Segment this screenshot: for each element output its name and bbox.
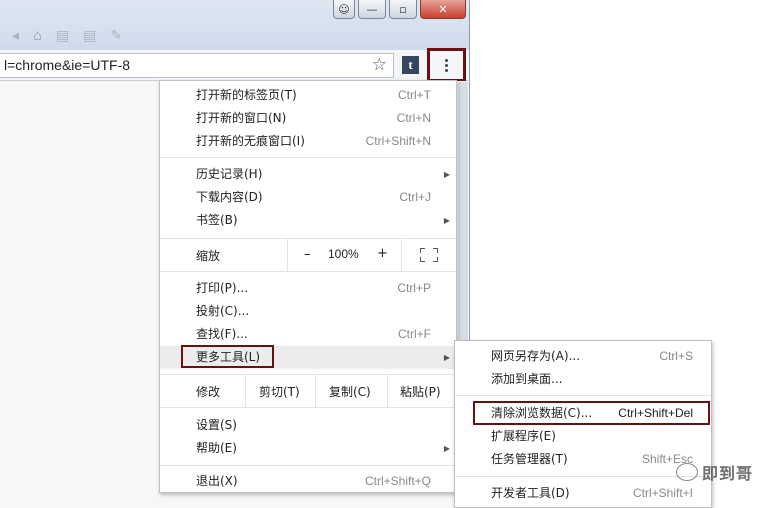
- back-icon: ◂: [12, 28, 20, 44]
- restore-icon: ▫: [399, 2, 407, 16]
- highlight-clear-data: [473, 401, 710, 425]
- menu-shortcut: Ctrl+F: [398, 327, 431, 341]
- menu-label: 下载内容(D): [196, 190, 263, 204]
- star-icon[interactable]: ☆: [372, 55, 387, 75]
- menu-item-new-window[interactable]: 打开新的窗口(N) Ctrl+N: [160, 107, 456, 130]
- menu-zoom-row: 缩放 – 100% +: [160, 239, 456, 271]
- menu-shortcut: Ctrl+J: [399, 190, 431, 204]
- menu-label: 帮助(E): [196, 441, 237, 455]
- restore-button[interactable]: ▫: [389, 0, 417, 19]
- menu-item-incognito[interactable]: 打开新的无痕窗口(I) Ctrl+Shift+N: [160, 130, 456, 153]
- submenu-arrow-icon: ▶: [443, 353, 450, 362]
- fullscreen-icon[interactable]: [420, 248, 438, 262]
- menu-separator: [455, 395, 711, 396]
- menu-separator: [455, 476, 711, 477]
- menu-label: 任务管理器(T): [491, 452, 568, 466]
- menu-shortcut: Ctrl+N: [396, 111, 431, 125]
- menu-label: 添加到桌面...: [491, 372, 563, 386]
- close-icon: ✕: [438, 2, 448, 16]
- menu-label: 书签(B): [196, 213, 238, 227]
- zoom-label: 缩放: [196, 249, 221, 263]
- menu-item-cast[interactable]: 投射(C)...: [160, 300, 456, 323]
- zoom-in-button[interactable]: +: [377, 246, 388, 261]
- copy-button[interactable]: 复制(C): [329, 383, 371, 400]
- user-icon: ☺: [338, 2, 350, 16]
- tool-icon: ▤: [83, 28, 97, 44]
- menu-item-history[interactable]: 历史记录(H) ▶: [160, 163, 456, 186]
- submenu-item-save-page[interactable]: 网页另存为(A)... Ctrl+S: [455, 345, 711, 368]
- submenu-item-extensions[interactable]: 扩展程序(E): [455, 425, 711, 448]
- window-controls: ☺ — ▫ ✕: [333, 0, 466, 20]
- url-text: l=chrome&ie=UTF-8: [4, 57, 131, 73]
- menu-label: 开发者工具(D): [491, 486, 570, 500]
- paste-button[interactable]: 粘贴(P): [400, 383, 441, 400]
- menu-separator: [160, 465, 456, 466]
- menu-shortcut: Ctrl+Shift+N: [365, 134, 431, 148]
- menu-item-bookmarks[interactable]: 书签(B) ▶: [160, 209, 456, 232]
- watermark-text: 即到哥: [702, 464, 754, 483]
- chrome-menu-button[interactable]: [427, 48, 466, 82]
- minimize-button[interactable]: —: [358, 0, 386, 19]
- submenu-arrow-icon: ▶: [443, 444, 450, 453]
- address-row: l=chrome&ie=UTF-8 ☆ t: [0, 50, 470, 81]
- user-button[interactable]: ☺: [333, 0, 355, 19]
- submenu-arrow-icon: ▶: [443, 170, 450, 179]
- menu-label: 历史记录(H): [196, 167, 263, 181]
- menu-label: 网页另存为(A)...: [491, 349, 581, 363]
- menu-item-find[interactable]: 查找(F)... Ctrl+F: [160, 323, 456, 346]
- menu-label: 打印(P)...: [196, 281, 249, 295]
- menu-shortcut: Ctrl+T: [398, 88, 431, 102]
- menu-shortcut: Ctrl+Shift+Q: [364, 474, 431, 488]
- browser-title-bar: ◂ ⌂ ▤ ▤ ✎ ☺ — ▫ ✕: [0, 0, 470, 50]
- home-icon: ⌂: [33, 28, 42, 44]
- menu-item-exit[interactable]: 退出(X) Ctrl+Shift+Q: [160, 470, 456, 493]
- menu-item-help[interactable]: 帮助(E) ▶: [160, 437, 456, 460]
- menu-label: 打开新的窗口(N): [196, 111, 287, 125]
- menu-label: 设置(S): [196, 418, 237, 432]
- zoom-out-button[interactable]: –: [304, 247, 311, 262]
- submenu-item-add-desktop[interactable]: 添加到桌面...: [455, 368, 711, 391]
- wechat-icon: [676, 463, 698, 481]
- kebab-icon: [445, 58, 448, 72]
- menu-label: 打开新的标签页(T): [196, 88, 297, 102]
- menu-label: 扩展程序(E): [491, 429, 556, 443]
- address-bar[interactable]: l=chrome&ie=UTF-8 ☆: [0, 53, 394, 78]
- menu-shortcut: Ctrl+P: [397, 281, 431, 295]
- menu-item-new-tab[interactable]: 打开新的标签页(T) Ctrl+T: [160, 84, 456, 107]
- minimize-icon: —: [366, 2, 378, 16]
- menu-shortcut: Ctrl+Shift+I: [632, 486, 693, 500]
- menu-separator: [160, 271, 456, 272]
- menu-item-print[interactable]: 打印(P)... Ctrl+P: [160, 277, 456, 300]
- submenu-item-dev-tools[interactable]: 开发者工具(D) Ctrl+Shift+I: [455, 482, 711, 505]
- submenu-arrow-icon: ▶: [443, 216, 450, 225]
- menu-shortcut: Ctrl+S: [659, 349, 693, 363]
- menu-edit-row: 修改 剪切(T) 复制(C) 粘贴(P): [160, 375, 456, 407]
- tool-icon: ▤: [55, 28, 70, 44]
- zoom-level: 100%: [328, 247, 359, 261]
- tumblr-extension-icon[interactable]: t: [402, 56, 419, 74]
- faint-toolbar: ◂ ⌂ ▤ ▤ ✎: [0, 28, 330, 48]
- watermark: 即到哥: [676, 460, 753, 484]
- highlight-more-tools: [181, 345, 274, 368]
- menu-label: 查找(F)...: [196, 327, 248, 341]
- menu-item-downloads[interactable]: 下载内容(D) Ctrl+J: [160, 186, 456, 209]
- chrome-main-menu: 打开新的标签页(T) Ctrl+T 打开新的窗口(N) Ctrl+N 打开新的无…: [159, 80, 457, 493]
- menu-label: 打开新的无痕窗口(I): [196, 134, 305, 148]
- menu-separator: [160, 407, 456, 408]
- menu-label: 退出(X): [196, 474, 238, 488]
- cut-button[interactable]: 剪切(T): [259, 383, 300, 400]
- menu-item-settings[interactable]: 设置(S): [160, 414, 456, 437]
- menu-label: 投射(C)...: [196, 304, 250, 318]
- pen-icon: ✎: [110, 28, 123, 44]
- menu-separator: [160, 157, 456, 158]
- close-button[interactable]: ✕: [420, 0, 466, 19]
- edit-label: 修改: [196, 385, 221, 399]
- submenu-item-task-manager[interactable]: 任务管理器(T) Shift+Esc: [455, 448, 711, 471]
